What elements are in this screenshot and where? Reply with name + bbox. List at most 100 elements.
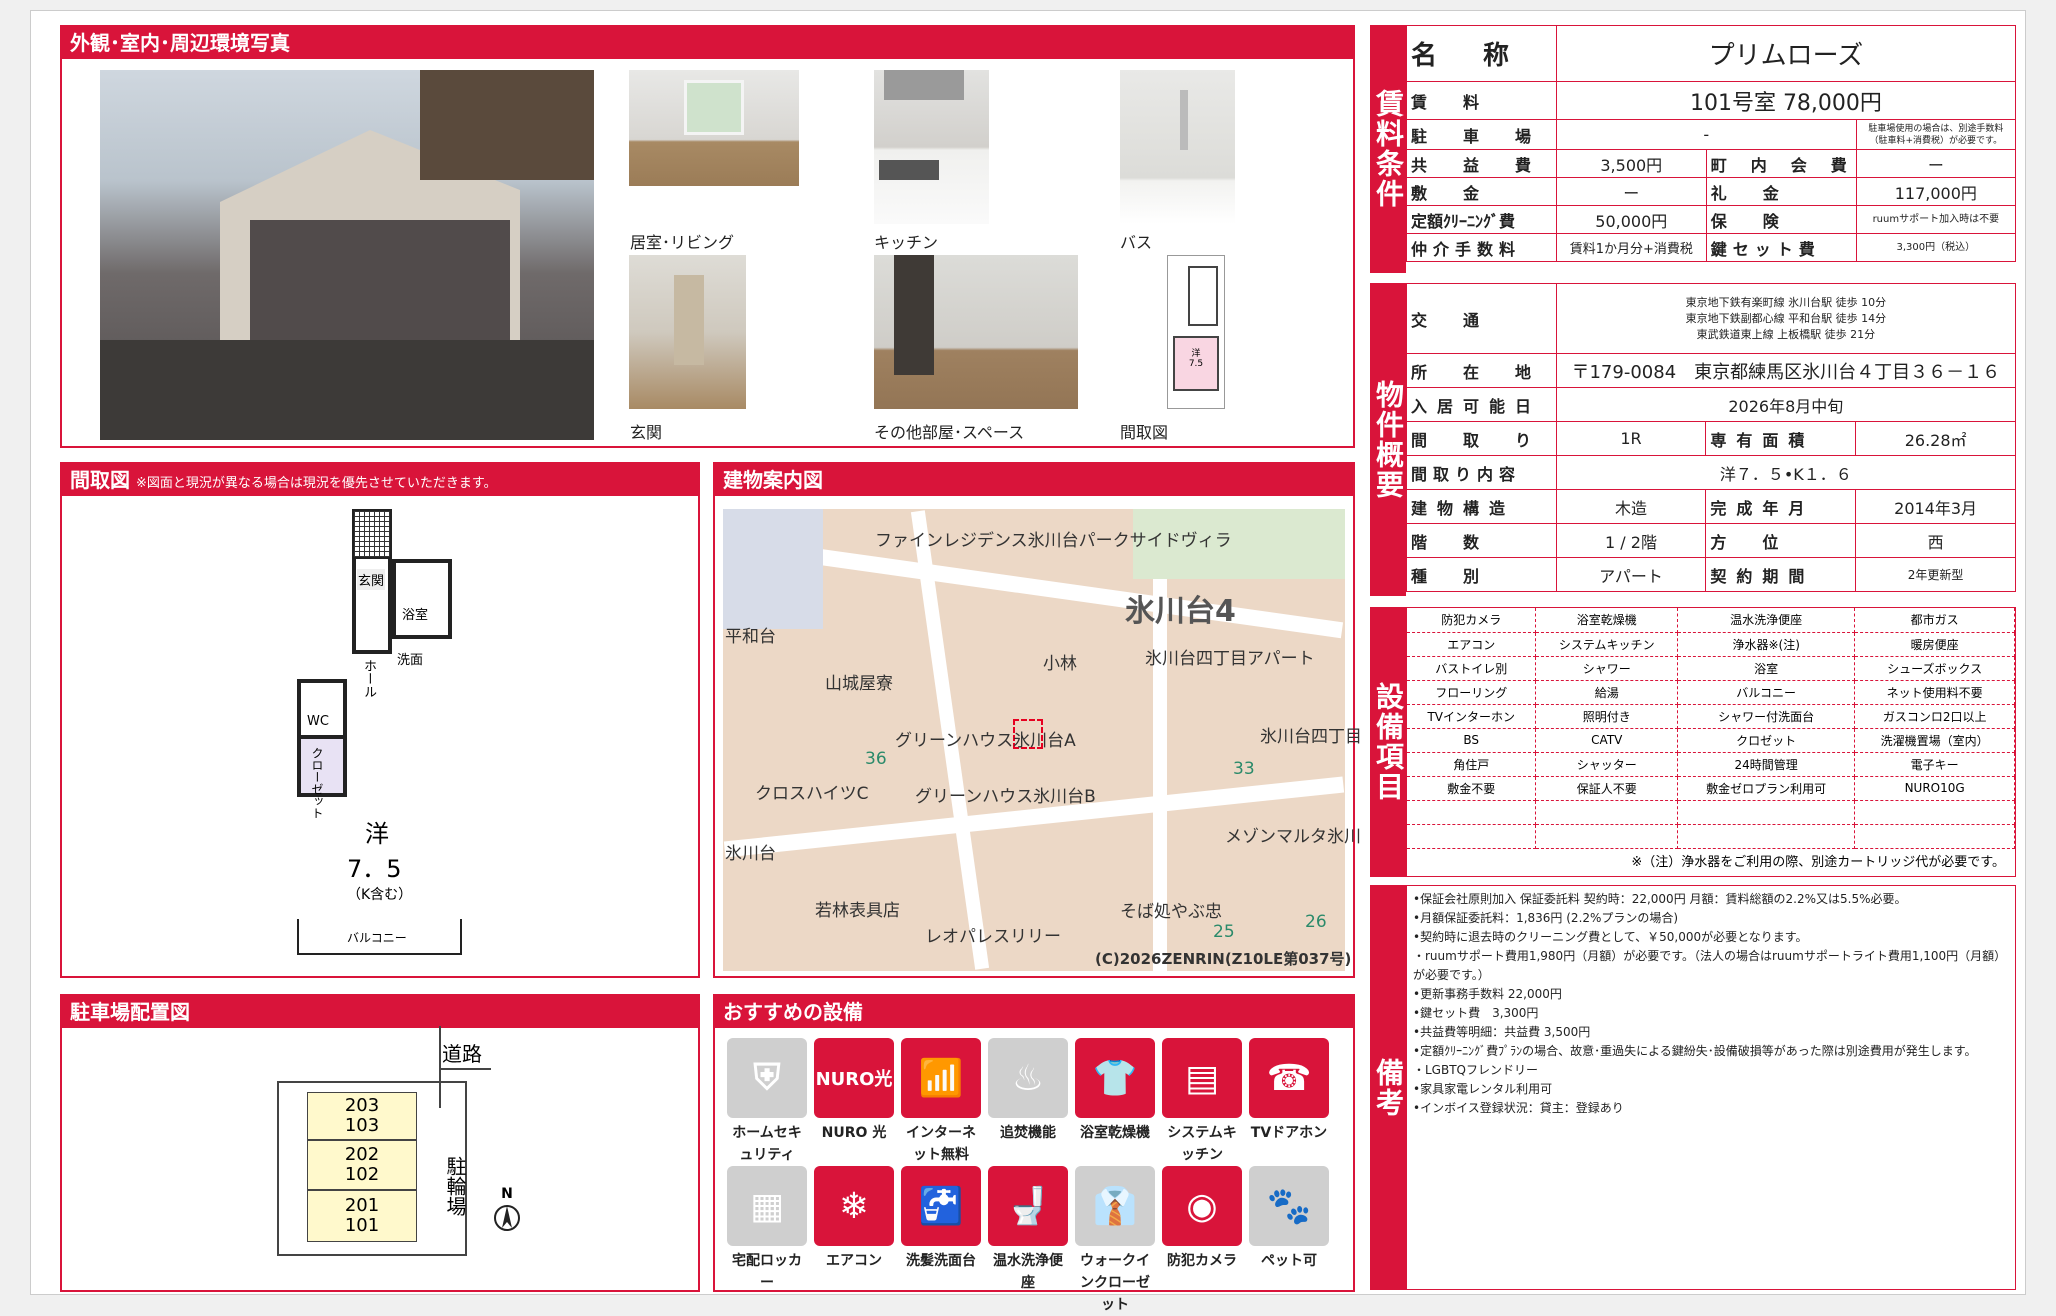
caption-entrance: 玄関 (630, 423, 663, 442)
conditions-table: 名 称プリムローズ 賃 料 101号室 78,000円 駐 車 場 - 駐車場使用の場… (1406, 25, 2017, 262)
facilities-side-label: 設備項目 (1370, 607, 1406, 877)
equipment-label: NURO 光 (821, 1125, 887, 1141)
living-room-photo[interactable] (629, 70, 799, 186)
facility-item: 給湯 (1535, 680, 1679, 705)
key-money-label: 礼 金 (1705, 177, 1857, 206)
detail-label: 間取り内容 (1406, 455, 1557, 490)
remark-line: •インボイス登録状況：貸主：登録あり (1413, 1101, 1624, 1115)
property-side-label: 物件概要 (1370, 283, 1406, 596)
facility-item (1854, 824, 2015, 849)
kitchen-photo[interactable] (874, 70, 989, 224)
facility-item: シャワー付洗面台 (1677, 704, 1856, 729)
caption-kitchen: キッチン (874, 233, 939, 252)
parking-header: 駐車場配置図 (62, 996, 698, 1028)
caption-floorplan: 間取図 (1120, 423, 1169, 442)
paw-icon: 🐾 (1249, 1166, 1329, 1246)
equipment-label: ホームセキュリティ (732, 1125, 802, 1163)
facility-item: 浴室 (1677, 656, 1856, 681)
equipment-label: 浴室乾燥機 (1080, 1125, 1150, 1141)
unit-block-2: 202 102 (307, 1140, 417, 1190)
facility-item: CATV (1535, 728, 1679, 753)
exterior-photo[interactable] (100, 70, 594, 440)
road-label: 道路 (442, 1042, 482, 1066)
photos-panel: 外観･室内･周辺環境写真 居室･リビング キッチン バス 玄関 その他部屋･スペ… (60, 25, 1355, 448)
deposit-label: 敷 金 (1406, 177, 1557, 206)
layout-label: 間 取 り (1406, 421, 1557, 456)
map-label: 山城屋寮 (825, 674, 893, 694)
hall-label: ホール (361, 659, 376, 698)
equipment-label: インターネット無料 (906, 1125, 976, 1163)
key-money-value: 117,000円 (1855, 177, 2017, 206)
facility-item: 24時間管理 (1677, 752, 1856, 777)
facility-item: 敷金ゼロプラン利用可 (1677, 776, 1856, 801)
remarks-box: •保証会社原則加入 保証委託料 契約時：22,000円 月額：賃料総額の2.2%… (1406, 885, 2016, 1290)
other-space-photo[interactable] (874, 255, 1078, 409)
direction-label: 方 位 (1705, 523, 1857, 558)
parking-note: 駐車場使用の場合は、別途手数料（駐車料+消費税）が必要です。 (1855, 119, 2017, 150)
remark-line: •定額ｸﾘｰﾆﾝｸﾞ費ﾌﾟﾗﾝの場合、故意･重過失による鍵紛失･設備破損等があっ… (1413, 1044, 1977, 1058)
remark-line: •共益費等明細：共益費 3,500円 (1413, 1025, 1591, 1039)
property-table: 交 通東京地下鉄有楽町線 氷川台駅 徒歩 10分 東京地下鉄副都心線 平和台駅 徒… (1406, 283, 2017, 592)
wifi-icon: 📶 (901, 1038, 981, 1118)
floorplan-drawing: 玄関 浴室 洗面 ホール WC クローゼット 洋 7．5 （K含む） バルコニー (297, 509, 547, 955)
assoc-fee-value: ー (1855, 149, 2017, 178)
facility-item: クロゼット (1677, 728, 1856, 753)
remark-line: •契約時に退去時のクリーニング費として、￥50,000が必要となります。 (1413, 930, 1808, 944)
map-label: 氷川台四丁目 (1260, 727, 1362, 747)
facility-item: 防犯カメラ (1407, 608, 1537, 633)
transport-label: 交 通 (1406, 283, 1557, 354)
movein-label: 入居可能日 (1406, 387, 1557, 422)
facility-item: 照明付き (1535, 704, 1679, 729)
remark-line: ・LGBTQフレンドリー (1413, 1063, 1538, 1077)
built-label: 完成年月 (1705, 489, 1857, 524)
facility-item (1535, 800, 1679, 825)
main-room-label: 洋 (365, 820, 389, 848)
bath-dryer-icon: 👕 (1075, 1038, 1155, 1118)
cleaning-value: 50,000円 (1555, 205, 1707, 234)
map-label: 25 (1213, 922, 1235, 942)
facility-item: 暖房便座 (1854, 632, 2015, 657)
facility-item (1854, 800, 2015, 825)
type-value: アパート (1555, 557, 1707, 592)
facility-item: 洗濯機置場（室内） (1854, 728, 2015, 753)
locker-icon: ▦ (727, 1166, 807, 1246)
remarks-side-label: 備考 (1370, 885, 1406, 1290)
facility-item: 都市ガス (1854, 608, 2015, 633)
facility-item: システムキッチン (1535, 632, 1679, 657)
bike-label: 駐輪場 (443, 1156, 467, 1216)
facilities-table: 防犯カメラ 浴室乾燥機 温水洗浄便座 都市ガス エアコン システムキッチン 浄水器※(注) 暖… (1407, 608, 2015, 849)
facility-item (1407, 824, 1537, 849)
shield-icon: ⛨ (727, 1038, 807, 1118)
type-label: 種 別 (1406, 557, 1557, 592)
facility-item (1407, 800, 1537, 825)
closet-icon: 👔 (1075, 1166, 1155, 1246)
map-label: 氷川台四丁目アパート (1145, 649, 1315, 669)
facility-item: バストイレ別 (1407, 656, 1537, 681)
facility-item: 浄水器※(注) (1677, 632, 1856, 657)
facility-item (1677, 800, 1856, 825)
floor-label: 階 数 (1406, 523, 1557, 558)
transport-value: 東京地下鉄有楽町線 氷川台駅 徒歩 10分 東京地下鉄副都心線 平和台駅 徒歩 1… (1555, 283, 2017, 354)
remarks-list: •保証会社原則加入 保証委託料 契約時：22,000円 月額：賃料総額の2.2%… (1413, 890, 2009, 1118)
equipment-label: システムキッチン (1167, 1125, 1237, 1163)
map-label: 36 (865, 749, 887, 769)
bath-photo[interactable] (1120, 70, 1235, 224)
facility-item (1535, 824, 1679, 849)
unit-block-1: 203 103 (307, 1092, 417, 1140)
equipment-label: TVドアホン (1250, 1125, 1328, 1141)
aircon-icon: ❄ (814, 1166, 894, 1246)
facility-item: 温水洗浄便座 (1677, 608, 1856, 633)
caption-living: 居室･リビング (630, 233, 735, 252)
facilities-box: 防犯カメラ 浴室乾燥機 温水洗浄便座 都市ガス エアコン システムキッチン 浄水器※(注) 暖… (1406, 607, 2016, 877)
facility-item: シューズボックス (1854, 656, 2015, 681)
keyset-value: 3,300円（税込） (1855, 233, 2017, 262)
facility-item: NURO10G (1854, 776, 2015, 801)
facility-item: バルコニー (1677, 680, 1856, 705)
nuro-icon: NURO光 (814, 1038, 894, 1118)
facility-item: フローリング (1407, 680, 1537, 705)
parking-label: 駐 車 場 (1406, 119, 1557, 150)
name-label: 名 称 (1406, 25, 1557, 82)
map-header: 建物案内図 (715, 464, 1353, 496)
mini-floorplan-photo[interactable]: 洋 7.5 (1167, 255, 1225, 409)
entrance-photo[interactable] (629, 255, 746, 409)
